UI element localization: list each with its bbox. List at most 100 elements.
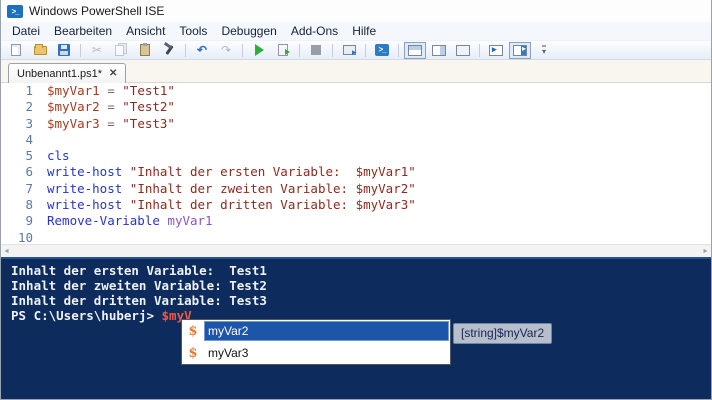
line-number: 8 [25, 197, 33, 213]
run-icon [254, 44, 264, 56]
editor-line: 3 $myVar3 = "Test3" [1, 116, 711, 132]
tab-close-icon[interactable]: ✕ [109, 68, 117, 79]
code-text: $myVar1 = "Test1" [47, 83, 175, 98]
editor-line: 4 [1, 132, 711, 148]
new-script-button[interactable] [5, 42, 27, 59]
code-text: Remove-Variable myVar1 [47, 213, 213, 229]
code-text: write-host "Inhalt der ersten Variable: … [47, 164, 416, 180]
scroll-left-arrow-icon[interactable]: ◄ [3, 248, 10, 255]
code-text: $myVar2 = "Test2" [47, 99, 175, 115]
copy-icon [115, 44, 124, 56]
toolbar-separator [365, 43, 366, 57]
tab-unbenannt1[interactable]: Unbenannt1.ps1* ✕ [8, 63, 127, 83]
toolbar-separator [398, 43, 399, 57]
show-script-pane-button[interactable] [509, 41, 531, 59]
toolbar-overflow-button[interactable]: ▾ [533, 42, 555, 59]
editor-line: 8 write-host "Inhalt der dritten Variable… [1, 197, 711, 213]
code-text: cls [47, 148, 70, 164]
clear-console-icon [163, 44, 175, 56]
redo-icon: ↷ [220, 43, 232, 57]
stop-icon [311, 45, 321, 55]
line-number: 6 [25, 164, 33, 180]
menu-item-add-ons[interactable]: Add-Ons [284, 22, 345, 40]
stop-operation-button[interactable] [305, 42, 327, 59]
toolbar-separator [80, 43, 81, 57]
remote-tab-icon [342, 45, 357, 57]
redo-button[interactable]: ↷ [215, 42, 237, 59]
script-pane-max-button[interactable] [452, 42, 474, 59]
editor-line: 6 write-host "Inhalt der ersten Variable:… [1, 164, 711, 180]
menu-item-datei[interactable]: Datei [5, 22, 47, 40]
powershell-logo-icon: >_ [7, 4, 23, 18]
undo-button[interactable]: ↶ [191, 42, 213, 59]
console-output-line: Inhalt der ersten Variable: Test1 [11, 263, 267, 278]
intellisense-tooltip: [string]$myVar2 [453, 323, 553, 344]
menu-item-hilfe[interactable]: Hilfe [345, 22, 383, 40]
intellisense-item-myvar2[interactable]: $ myVar2 [182, 320, 450, 342]
menu-item-bearbeiten[interactable]: Bearbeiten [47, 22, 119, 40]
tab-label: Unbenannt1.ps1* [17, 67, 103, 80]
run-selection-icon [278, 44, 290, 56]
script-pane-arrow-icon [513, 44, 527, 56]
line-number: 5 [25, 148, 33, 164]
new-remote-tab-button[interactable] [338, 42, 360, 59]
menu-item-debuggen[interactable]: Debuggen [214, 22, 283, 40]
new-file-icon [11, 44, 21, 56]
pane-top-icon [408, 44, 422, 56]
cut-button[interactable]: ✂ [86, 42, 108, 59]
title-bar: >_ Windows PowerShell ISE [1, 0, 711, 22]
line-number: 3 [25, 115, 33, 131]
editor-line: 2 $myVar2 = "Test2" [1, 99, 711, 115]
editor-horizontal-scrollbar[interactable]: ◄ ► [1, 244, 711, 257]
open-folder-icon [33, 43, 47, 55]
paste-icon [140, 43, 150, 56]
open-script-button[interactable] [29, 42, 51, 59]
intellisense-item-label: myVar3 [208, 346, 249, 360]
run-selection-button[interactable] [272, 42, 294, 59]
start-powershell-button[interactable]: >_ [371, 42, 393, 59]
toolbar-separator [299, 43, 300, 57]
menu-item-ansicht[interactable]: Ansicht [119, 22, 172, 40]
menu-bar: Datei Bearbeiten Ansicht Tools Debuggen Add-O… [1, 22, 711, 41]
editor-line: 5 cls [1, 148, 711, 164]
line-number: 2 [25, 99, 33, 115]
toolbar-separator [332, 43, 333, 57]
script-pane-right-button[interactable] [428, 42, 450, 59]
console-prompt: PS C:\Users\huberj> [11, 308, 162, 323]
overflow-chevron-icon: ▾ [541, 44, 546, 56]
variable-dollar-icon: $ [188, 345, 198, 361]
line-number: 1 [25, 83, 33, 98]
toolbar-separator [185, 43, 186, 57]
powershell-icon: >_ [375, 44, 389, 56]
console-output-line: Inhalt der zweiten Variable: Test2 [11, 278, 267, 293]
run-script-button[interactable] [248, 42, 270, 59]
intellisense-item-myvar3[interactable]: $ myVar3 [182, 342, 450, 364]
undo-icon: ↶ [196, 43, 208, 57]
variable-dollar-icon: $ [188, 323, 198, 339]
menu-item-tools[interactable]: Tools [172, 22, 214, 40]
editor-line: 10 [1, 230, 711, 244]
save-script-button[interactable] [53, 42, 75, 59]
code-text: write-host "Inhalt der dritten Variable:… [47, 197, 416, 213]
editor-line: 1 $myVar1 = "Test1" [1, 83, 711, 99]
toolbar-separator [479, 43, 480, 57]
scroll-right-arrow-icon[interactable]: ► [702, 248, 709, 255]
window-title: Windows PowerShell ISE [29, 4, 165, 18]
clear-console-button[interactable] [158, 42, 180, 59]
line-number: 7 [25, 180, 33, 196]
cut-icon: ✂ [91, 43, 103, 57]
code-text: write-host "Inhalt der zweiten Variable:… [47, 180, 416, 196]
script-editor[interactable]: 1 $myVar1 = "Test1" 2 $myVar2 = "Test2" 3 $my… [1, 83, 711, 244]
copy-button[interactable] [110, 42, 132, 59]
intellisense-popup: $ myVar2 $ myVar3 [181, 319, 451, 365]
intellisense-item-label: myVar2 [204, 321, 449, 341]
paste-button[interactable] [134, 42, 156, 59]
line-number: 9 [25, 213, 33, 229]
toolbar: ✂ ↶ ↷ >_ ▾ [1, 41, 711, 60]
pane-max-icon [456, 44, 470, 56]
tab-row: Unbenannt1.ps1* ✕ [1, 60, 711, 83]
pane-right-icon [432, 44, 446, 56]
script-pane-top-button[interactable] [404, 41, 426, 59]
show-command-addon-button[interactable] [485, 42, 507, 59]
save-icon [58, 44, 70, 56]
